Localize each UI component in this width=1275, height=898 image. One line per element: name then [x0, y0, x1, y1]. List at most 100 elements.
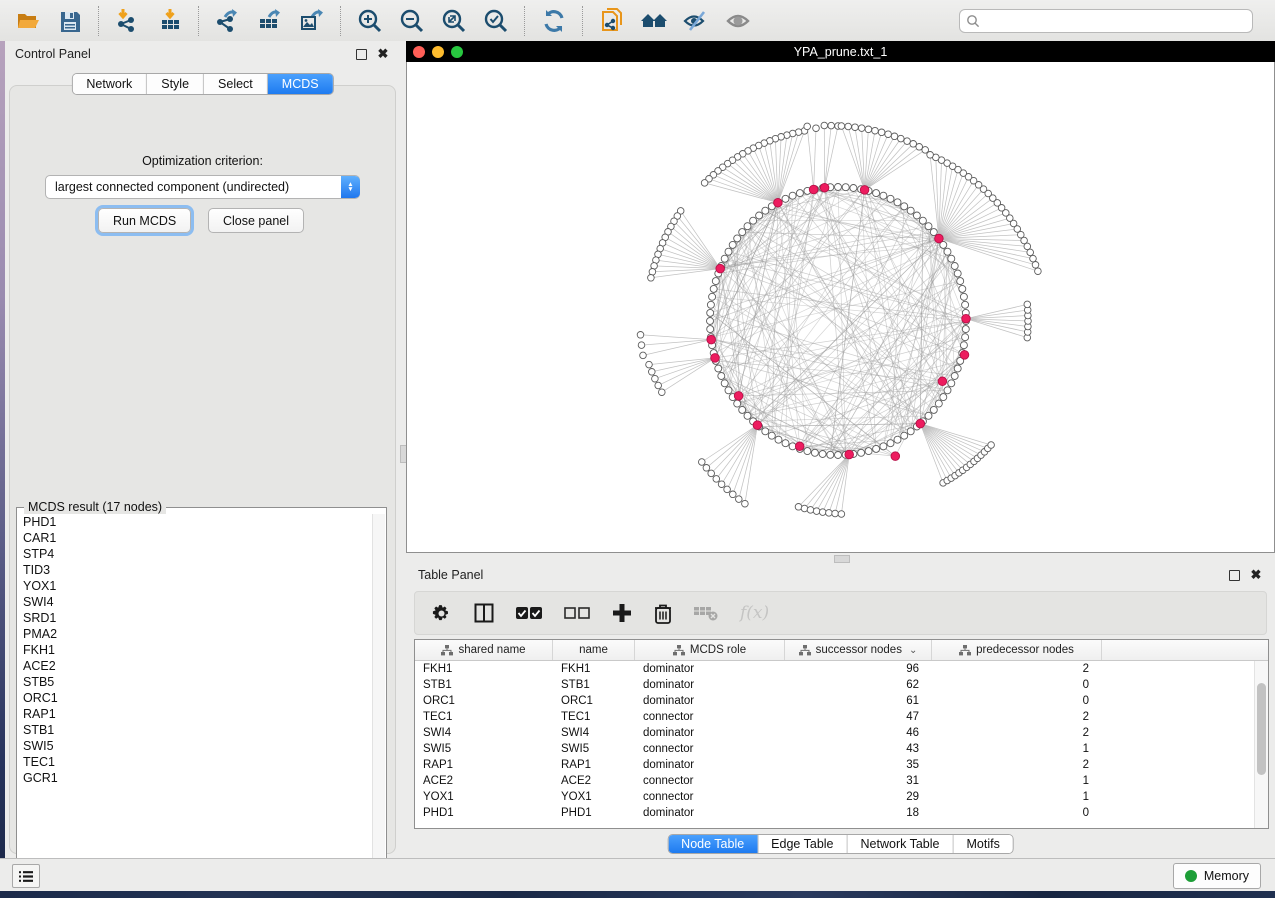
cell-name[interactable]: YOX1	[553, 791, 635, 803]
network-node[interactable]	[951, 373, 958, 380]
column-header-MCDS-role[interactable]: MCDS role	[635, 640, 785, 660]
network-node[interactable]	[819, 509, 826, 516]
mcds-result-item[interactable]: SWI5	[23, 738, 372, 754]
cell-successor-nodes[interactable]: 29	[785, 791, 932, 803]
cell-successor-nodes[interactable]: 62	[785, 679, 932, 691]
network-node[interactable]	[703, 465, 710, 472]
mcds-result-item[interactable]: PHD1	[23, 514, 372, 530]
network-node[interactable]	[712, 278, 719, 285]
mcds-result-item[interactable]: TEC1	[23, 754, 372, 770]
network-node[interactable]	[827, 451, 834, 458]
network-node[interactable]	[944, 387, 951, 394]
network-node[interactable]	[721, 255, 728, 262]
network-hub-node[interactable]	[753, 421, 762, 430]
cell-predecessor-nodes[interactable]: 2	[932, 759, 1102, 771]
cell-shared-name[interactable]: FKH1	[415, 663, 553, 675]
table-row[interactable]: STB1STB1dominator620	[415, 677, 1268, 693]
network-node[interactable]	[729, 241, 736, 248]
cell-predecessor-nodes[interactable]: 2	[932, 711, 1102, 723]
delete-icon[interactable]	[654, 600, 672, 626]
cell-name[interactable]: PHD1	[553, 807, 635, 819]
network-node[interactable]	[957, 278, 964, 285]
network-node[interactable]	[916, 144, 923, 151]
cell-mcds-role[interactable]: dominator	[635, 759, 785, 771]
network-node[interactable]	[913, 212, 920, 219]
network-node[interactable]	[652, 375, 659, 382]
network-node[interactable]	[762, 207, 769, 214]
network-node[interactable]	[721, 380, 728, 387]
mcds-result-item[interactable]: YOX1	[23, 578, 372, 594]
network-node[interactable]	[835, 184, 842, 191]
tab-node-table[interactable]: Node Table	[668, 835, 758, 853]
cell-predecessor-nodes[interactable]: 1	[932, 791, 1102, 803]
network-node[interactable]	[880, 443, 887, 450]
column-header-name[interactable]: name	[553, 640, 635, 660]
network-hub-node[interactable]	[809, 185, 818, 194]
network-node[interactable]	[935, 400, 942, 407]
network-node[interactable]	[789, 192, 796, 199]
network-node[interactable]	[962, 326, 969, 333]
network-node[interactable]	[1032, 262, 1039, 269]
network-node[interactable]	[819, 451, 826, 458]
export-network-icon[interactable]	[214, 7, 242, 35]
save-session-icon[interactable]	[56, 7, 84, 35]
export-image-icon[interactable]	[298, 7, 326, 35]
network-node[interactable]	[768, 432, 775, 439]
mcds-result-item[interactable]: SWI4	[23, 594, 372, 610]
tab-mcds[interactable]: MCDS	[268, 74, 333, 94]
network-node[interactable]	[637, 332, 644, 339]
network-node[interactable]	[750, 217, 757, 224]
network-hub-node[interactable]	[716, 264, 725, 273]
float-panel-icon[interactable]	[354, 47, 368, 61]
network-node[interactable]	[894, 436, 901, 443]
cell-successor-nodes[interactable]: 18	[785, 807, 932, 819]
network-node[interactable]	[948, 380, 955, 387]
network-node[interactable]	[960, 342, 967, 349]
network-node[interactable]	[927, 152, 934, 159]
network-node[interactable]	[944, 248, 951, 255]
zoom-selected-icon[interactable]	[482, 7, 510, 35]
network-node[interactable]	[649, 369, 656, 376]
horizontal-splitter[interactable]	[406, 553, 1275, 563]
close-panel-button[interactable]: Close panel	[208, 208, 304, 233]
zoom-fit-icon[interactable]	[440, 7, 468, 35]
cell-shared-name[interactable]: TEC1	[415, 711, 553, 723]
cell-shared-name[interactable]: PHD1	[415, 807, 553, 819]
network-node[interactable]	[782, 440, 789, 447]
close-panel-icon[interactable]: ✖	[376, 47, 390, 61]
zoom-in-icon[interactable]	[356, 7, 384, 35]
network-node[interactable]	[804, 123, 811, 130]
network-node[interactable]	[649, 269, 656, 276]
refresh-icon[interactable]	[540, 7, 568, 35]
mcds-result-item[interactable]: STB5	[23, 674, 372, 690]
network-node[interactable]	[756, 212, 763, 219]
network-node[interactable]	[701, 180, 708, 187]
network-node[interactable]	[707, 326, 714, 333]
mcds-result-item[interactable]: PMA2	[23, 626, 372, 642]
cell-mcds-role[interactable]: connector	[635, 743, 785, 755]
network-node[interactable]	[782, 195, 789, 202]
network-node[interactable]	[962, 301, 969, 308]
network-node[interactable]	[919, 217, 926, 224]
network-node[interactable]	[736, 496, 743, 503]
cell-mcds-role[interactable]: dominator	[635, 695, 785, 707]
network-canvas[interactable]	[406, 62, 1275, 553]
network-node[interactable]	[901, 432, 908, 439]
import-table-icon[interactable]	[156, 7, 184, 35]
cell-name[interactable]: ORC1	[553, 695, 635, 707]
network-hub-node[interactable]	[891, 452, 900, 461]
network-node[interactable]	[948, 255, 955, 262]
mcds-result-item[interactable]: ORC1	[23, 690, 372, 706]
network-node[interactable]	[852, 124, 859, 131]
cell-name[interactable]: TEC1	[553, 711, 635, 723]
cell-mcds-role[interactable]: dominator	[635, 663, 785, 675]
mcds-result-item[interactable]: SRD1	[23, 610, 372, 626]
cell-name[interactable]: SWI5	[553, 743, 635, 755]
mcds-result-item[interactable]: ACE2	[23, 658, 372, 674]
network-node[interactable]	[954, 270, 961, 277]
network-node[interactable]	[838, 123, 845, 130]
panel-list-button[interactable]	[12, 864, 40, 888]
export-table-icon[interactable]	[256, 7, 284, 35]
cell-predecessor-nodes[interactable]: 0	[932, 679, 1102, 691]
mcds-result-item[interactable]: FKH1	[23, 642, 372, 658]
